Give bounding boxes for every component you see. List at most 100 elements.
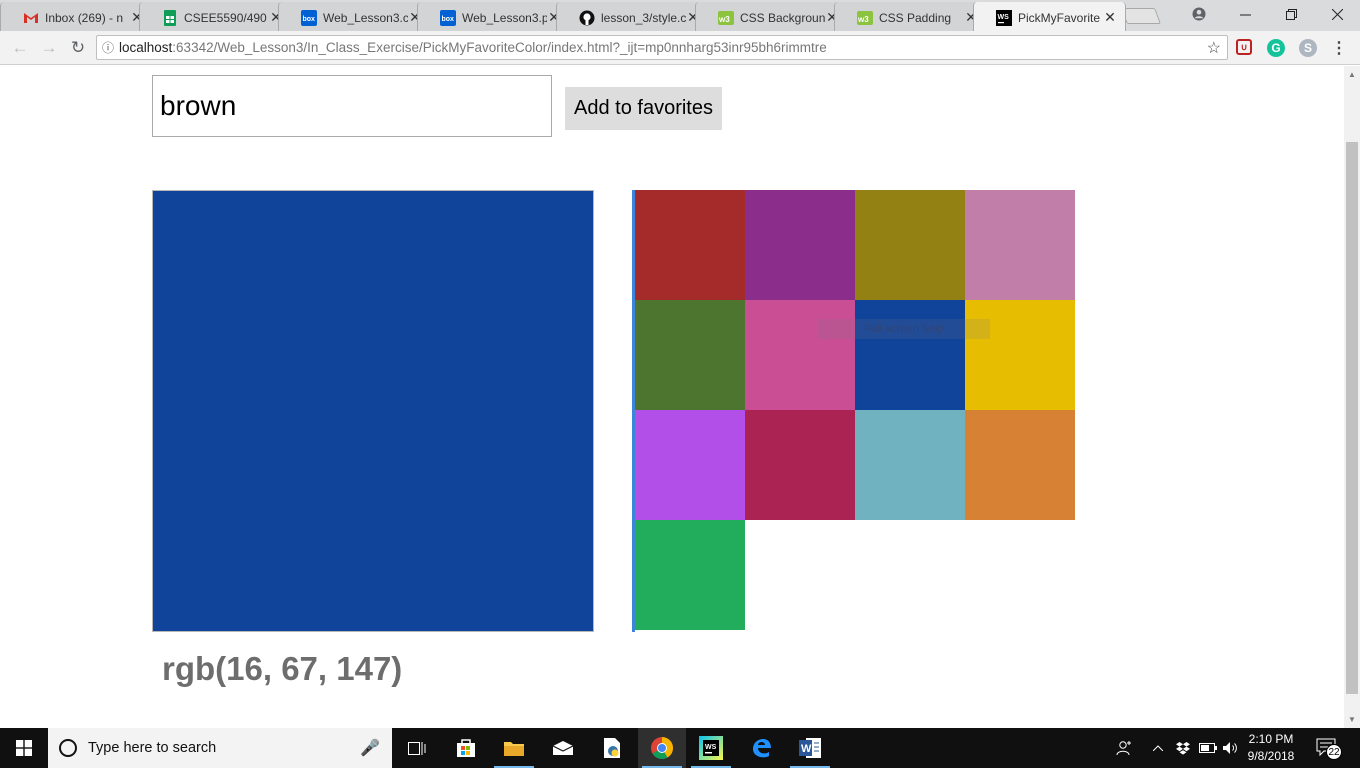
dropbox-icon[interactable] [1174,728,1192,768]
restore-button[interactable] [1268,0,1314,28]
github-icon [579,10,595,26]
color-input[interactable] [152,75,552,137]
browser-tab[interactable]: WS PickMyFavorite ✕ [973,2,1126,31]
scroll-down-arrow-icon[interactable]: ▼ [1348,715,1356,724]
show-hidden-icons-chevron-icon[interactable] [1150,728,1166,768]
browser-tab-content: box Web_Lesson3.p ✕ [418,4,567,31]
add-to-favorites-button[interactable]: Add to favorites [565,87,722,130]
microphone-icon[interactable]: 🎤 [358,738,382,758]
task-view-icon[interactable] [393,728,441,768]
close-tab-icon[interactable]: ✕ [1103,9,1117,26]
browser-tab-label: CSS Padding [879,10,952,25]
svg-text:box: box [442,16,455,23]
battery-icon[interactable] [1198,728,1218,768]
box-icon: box [301,9,317,26]
browser-tab-label: CSS Backgroun [740,10,825,25]
browser-tab-content: w3 CSS Padding ✕ [835,4,984,31]
browser-tab[interactable]: w3 CSS Backgroun ✕ [695,2,848,31]
address-bar[interactable]: ⓘ localhost:63342/Web_Lesson3/In_Class_E… [96,35,1228,60]
svg-text:W: W [801,743,812,755]
w3schools-icon: w3 [857,10,873,26]
windows-taskbar: Type here to search 🎤 WS W 2:10 PM 9/8/2… [0,728,1360,768]
mail-icon[interactable] [539,728,587,768]
favorite-color-swatch[interactable] [635,190,745,300]
taskbar-search-box[interactable]: Type here to search 🎤 [48,728,392,768]
scroll-up-arrow-icon[interactable]: ▲ [1348,70,1356,79]
bookmark-star-icon[interactable]: ☆ [1207,38,1221,58]
favorite-color-swatch[interactable] [635,520,745,630]
site-info-icon[interactable]: ⓘ [97,39,119,56]
webstorm-icon: WS [996,9,1012,26]
minimize-button[interactable] [1222,0,1268,28]
favorites-grid [632,190,1077,632]
python-file-icon[interactable] [588,728,636,768]
file-explorer-icon[interactable] [490,728,538,768]
favorite-color-swatch[interactable] [965,410,1075,520]
url-text: localhost:63342/Web_Lesson3/In_Class_Exe… [119,40,827,55]
store-icon[interactable] [442,728,490,768]
page-content: Add to favorites rgb(16, 67, 147) Full-s… [0,66,1344,728]
pocket-extension-icon[interactable]: ∪ [1236,39,1252,55]
edge-icon[interactable] [737,728,785,768]
chrome-menu-icon[interactable]: ⋮ [1330,39,1348,57]
browser-tab-label: CSEE5590/490 [184,10,267,25]
sheets-icon [162,9,178,26]
taskbar-clock[interactable]: 2:10 PM 9/8/2018 [1240,731,1302,765]
favorite-color-swatch[interactable] [745,410,855,520]
favorite-color-swatch[interactable] [855,190,965,300]
back-button[interactable]: ← [8,37,32,59]
color-preview-box [152,190,594,632]
browser-tab-content: Inbox (269) - n ✕ [1,4,150,31]
browser-toolbar: ← → ↻ ⓘ localhost:63342/Web_Lesson3/In_C… [0,31,1360,65]
browser-tab[interactable]: w3 CSS Padding ✕ [834,2,987,31]
people-icon[interactable] [1112,728,1136,768]
page-scrollbar[interactable]: ▲ ▼ [1344,66,1360,728]
profile-icon[interactable] [1176,0,1222,28]
browser-tab-content: WS PickMyFavorite ✕ [974,4,1123,31]
favorite-color-swatch[interactable] [855,410,965,520]
clock-date: 9/8/2018 [1247,749,1295,763]
snip-tooltip: Full-screen Snip [818,319,990,339]
skype-extension-icon[interactable]: S [1299,39,1317,57]
rgb-value-text: rgb(16, 67, 147) [162,650,403,687]
volume-icon[interactable] [1221,728,1241,768]
browser-tab-label: PickMyFavorite [1018,10,1101,25]
start-button[interactable] [0,728,48,768]
svg-text:WS: WS [998,14,1010,21]
favorite-color-swatch[interactable] [635,300,745,410]
browser-tab-content: lesson_3/style.c ✕ [557,4,706,31]
browser-tab-label: Web_Lesson3.p [462,10,547,25]
box-icon: box [440,9,456,26]
browser-tab[interactable]: Inbox (269) - n ✕ [0,2,153,31]
action-center-icon[interactable]: 22 [1316,736,1342,760]
browser-tab[interactable]: CSEE5590/490 ✕ [139,2,292,31]
favorite-color-swatch[interactable] [745,300,855,410]
browser-tab[interactable]: box Web_Lesson3.p ✕ [417,2,570,31]
cortana-icon [59,739,77,757]
webstorm-taskbar-icon[interactable]: WS [687,728,735,768]
reload-button[interactable]: ↻ [66,37,90,59]
favorite-color-swatch[interactable] [745,190,855,300]
favorite-color-swatch[interactable] [635,410,745,520]
forward-button[interactable]: → [37,37,61,59]
windows-logo-icon [16,740,32,756]
clock-time: 2:10 PM [1248,732,1294,746]
svg-text:box: box [303,16,316,23]
favorite-color-swatch[interactable] [965,190,1075,300]
svg-text:WS: WS [705,744,717,751]
browser-tab-label: lesson_3/style.c [601,10,686,25]
favorite-color-swatch[interactable] [855,300,965,410]
svg-text:w3: w3 [718,15,730,24]
chrome-taskbar-icon[interactable] [638,728,686,768]
browser-tab-content: CSEE5590/490 ✕ [140,4,289,31]
favorite-color-swatch[interactable] [965,300,1075,410]
close-window-button[interactable] [1314,0,1360,28]
word-icon[interactable]: W [786,728,834,768]
browser-tab-content: w3 CSS Backgroun ✕ [696,4,845,31]
scrollbar-thumb[interactable] [1346,142,1358,694]
notification-count-badge: 22 [1326,744,1342,760]
browser-tab[interactable]: box Web_Lesson3.c ✕ [278,2,431,31]
browser-tab[interactable]: lesson_3/style.c ✕ [556,2,709,31]
new-tab-button[interactable] [1121,8,1161,24]
grammarly-extension-icon[interactable]: G [1267,39,1285,57]
